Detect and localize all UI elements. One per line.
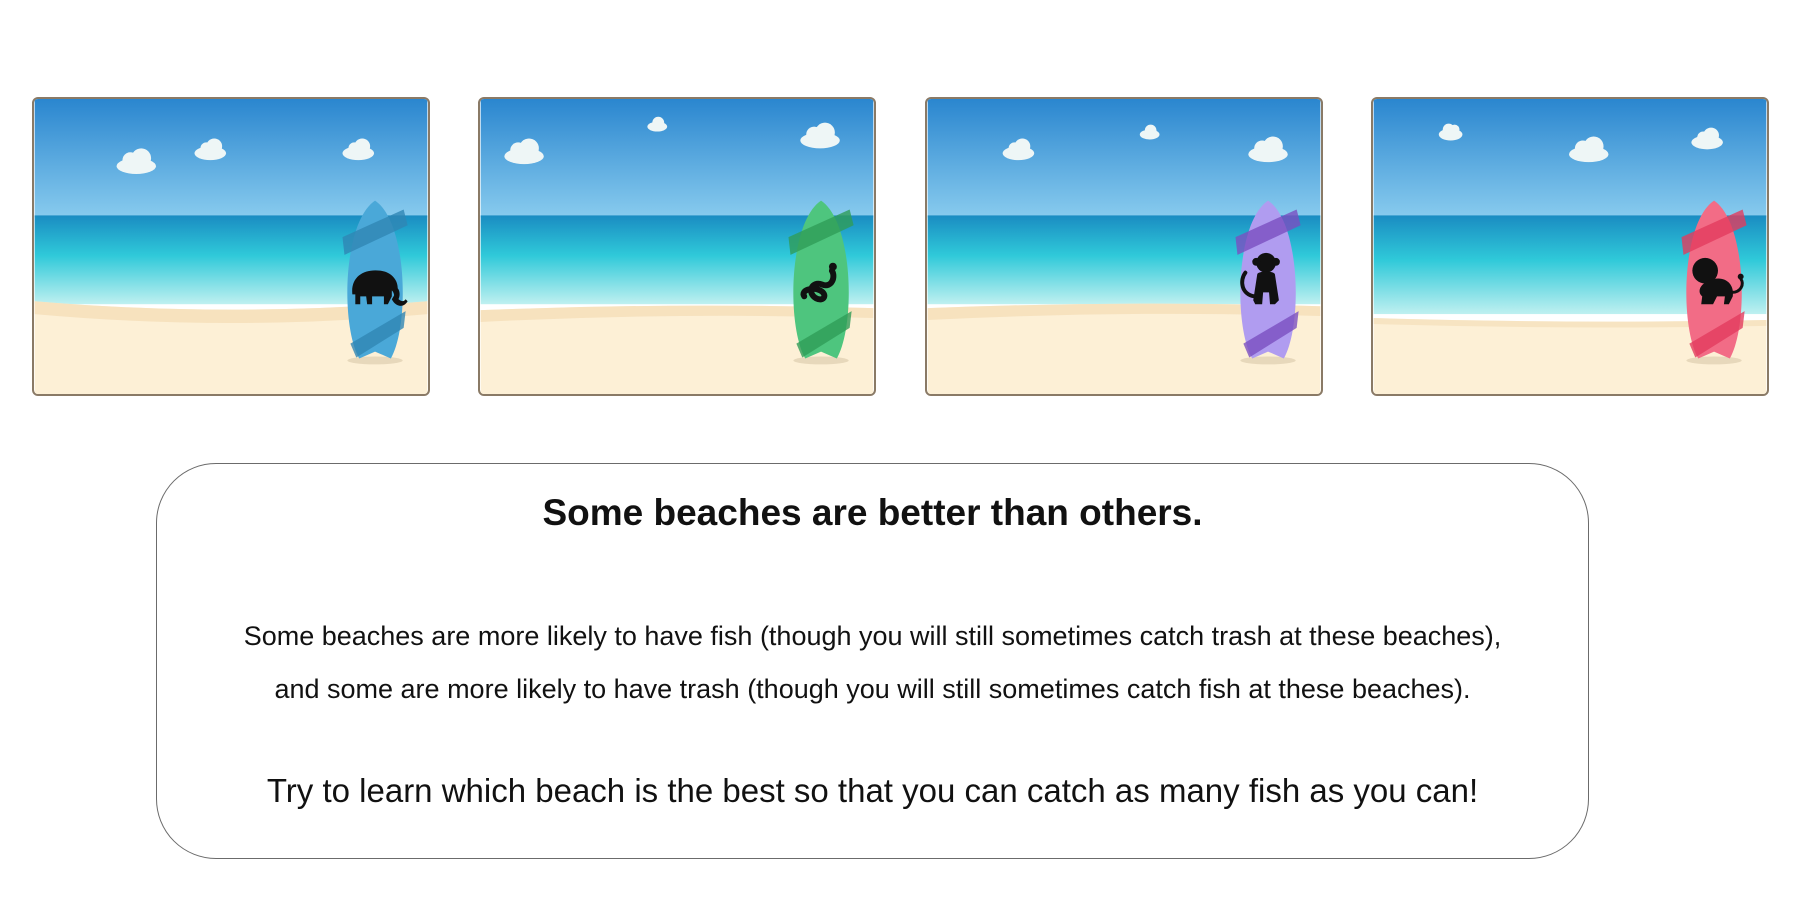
beach-scene — [34, 99, 428, 394]
beach-option-lion[interactable] — [1371, 97, 1769, 396]
beach-options-row — [0, 0, 1800, 420]
beach-scene — [480, 99, 874, 394]
instructions-title: Some beaches are better than others. — [542, 492, 1203, 533]
beach-option-snake[interactable] — [478, 97, 876, 396]
instructions-line-2: and some are more likely to have trash (… — [274, 674, 1471, 704]
beach-scene — [927, 99, 1321, 394]
instructions-line-1: Some beaches are more likely to have fis… — [243, 621, 1502, 651]
instructions-body: Some beaches are more likely to have fis… — [157, 610, 1588, 716]
instructions-call-to-action: Try to learn which beach is the best so … — [266, 772, 1479, 809]
beach-scene — [1373, 99, 1767, 394]
instructions-panel: Some beaches are better than others. Som… — [156, 463, 1589, 859]
beach-option-monkey[interactable] — [925, 97, 1323, 396]
beach-option-elephant[interactable] — [32, 97, 430, 396]
